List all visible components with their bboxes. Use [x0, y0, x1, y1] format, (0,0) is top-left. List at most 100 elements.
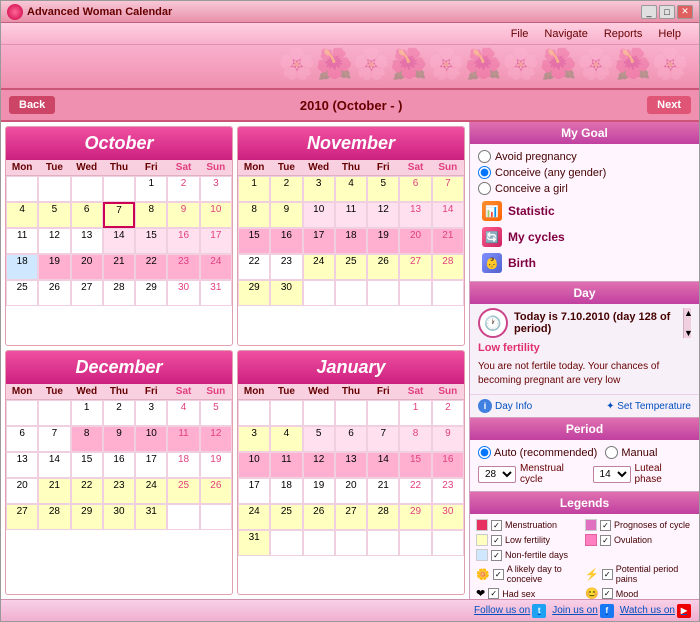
day-cell-28[interactable]: 28	[367, 504, 399, 530]
day-cell-5[interactable]: 5	[367, 176, 399, 202]
day-cell-30[interactable]: 30	[270, 280, 302, 306]
day-cell-19[interactable]: 19	[200, 452, 232, 478]
day-cell-11[interactable]: 11	[270, 452, 302, 478]
goal-conceive-any[interactable]: Conceive (any gender)	[478, 166, 691, 179]
day-cell-21[interactable]: 21	[432, 228, 464, 254]
day-cell-1[interactable]: 1	[399, 400, 431, 426]
day-cell-28[interactable]: 28	[103, 280, 135, 306]
follow-us-link[interactable]: Follow us on t	[474, 604, 546, 618]
day-cell-25[interactable]: 25	[335, 254, 367, 280]
day-cell-13[interactable]: 13	[335, 452, 367, 478]
day-cell-14[interactable]: 14	[367, 452, 399, 478]
day-cell-26[interactable]: 26	[38, 280, 70, 306]
day-cell-1[interactable]: 1	[71, 400, 103, 426]
day-cell-25[interactable]: 25	[167, 478, 199, 504]
day-cell-18[interactable]: 18	[335, 228, 367, 254]
day-cell-11[interactable]: 11	[167, 426, 199, 452]
prognoses-check[interactable]: ✓	[600, 520, 611, 531]
day-cell-19[interactable]: 19	[38, 254, 70, 280]
day-cell-6[interactable]: 6	[6, 426, 38, 452]
minimize-button[interactable]: _	[641, 5, 657, 19]
day-cell-30[interactable]: 30	[103, 504, 135, 530]
day-cell-16[interactable]: 16	[103, 452, 135, 478]
day-cell-10[interactable]: 10	[238, 452, 270, 478]
day-cell-29[interactable]: 29	[71, 504, 103, 530]
twitter-icon[interactable]: t	[532, 604, 546, 618]
low-fertility-check[interactable]: ✓	[491, 535, 502, 546]
day-cell-13[interactable]: 13	[399, 202, 431, 228]
day-cell-18[interactable]: 18	[167, 452, 199, 478]
day-cell-31[interactable]: 31	[238, 530, 270, 556]
day-cell-1[interactable]: 1	[135, 176, 167, 202]
day-cell-24[interactable]: 24	[238, 504, 270, 530]
day-cell-7[interactable]: 7	[103, 202, 135, 228]
day-cell-22[interactable]: 22	[238, 254, 270, 280]
day-cell-16[interactable]: 16	[270, 228, 302, 254]
birth-link[interactable]: 👶 Birth	[478, 251, 691, 275]
day-cell-8[interactable]: 8	[238, 202, 270, 228]
day-cell-9[interactable]: 9	[167, 202, 199, 228]
menstruation-check[interactable]: ✓	[491, 520, 502, 531]
day-cell-27[interactable]: 27	[71, 280, 103, 306]
day-cell-20[interactable]: 20	[335, 478, 367, 504]
day-cell-15[interactable]: 15	[135, 228, 167, 254]
day-cell-5[interactable]: 5	[303, 426, 335, 452]
ovulation-check[interactable]: ✓	[600, 535, 611, 546]
day-cell-31[interactable]: 31	[135, 504, 167, 530]
day-cell-4[interactable]: 4	[270, 426, 302, 452]
period-manual-label[interactable]: Manual	[605, 446, 657, 459]
back-button[interactable]: Back	[9, 96, 55, 114]
menu-help[interactable]: Help	[650, 26, 689, 42]
day-cell-29[interactable]: 29	[238, 280, 270, 306]
day-cell-3[interactable]: 3	[200, 176, 232, 202]
day-cell-8[interactable]: 8	[135, 202, 167, 228]
day-cell-22[interactable]: 22	[399, 478, 431, 504]
day-cell-2[interactable]: 2	[103, 400, 135, 426]
day-cell-2[interactable]: 2	[270, 176, 302, 202]
day-cell-24[interactable]: 24	[135, 478, 167, 504]
day-cell-13[interactable]: 13	[6, 452, 38, 478]
day-cell-22[interactable]: 22	[135, 254, 167, 280]
day-cell-6[interactable]: 6	[399, 176, 431, 202]
day-cell-8[interactable]: 8	[399, 426, 431, 452]
menstrual-cycle-select[interactable]: 28	[478, 466, 516, 483]
period-manual-radio[interactable]	[605, 446, 618, 459]
day-cell-5[interactable]: 5	[38, 202, 70, 228]
day-cell-6[interactable]: 6	[71, 202, 103, 228]
day-cell-23[interactable]: 23	[167, 254, 199, 280]
day-cell-15[interactable]: 15	[238, 228, 270, 254]
non-fertile-check[interactable]: ✓	[491, 550, 502, 561]
day-cell-21[interactable]: 21	[103, 254, 135, 280]
day-cell-7[interactable]: 7	[432, 176, 464, 202]
day-cell-18[interactable]: 18	[6, 254, 38, 280]
had-sex-check[interactable]: ✓	[488, 588, 499, 599]
day-cell-29[interactable]: 29	[399, 504, 431, 530]
day-cell-28[interactable]: 28	[432, 254, 464, 280]
maximize-button[interactable]: □	[659, 5, 675, 19]
day-cell-11[interactable]: 11	[6, 228, 38, 254]
goal-conceive-girl-radio[interactable]	[478, 182, 491, 195]
goal-avoid-radio[interactable]	[478, 150, 491, 163]
day-cell-21[interactable]: 21	[38, 478, 70, 504]
goal-conceive-girl[interactable]: Conceive a girl	[478, 182, 691, 195]
day-cell-17[interactable]: 17	[303, 228, 335, 254]
day-cell-9[interactable]: 9	[270, 202, 302, 228]
day-cell-16[interactable]: 16	[432, 452, 464, 478]
day-cell-27[interactable]: 27	[399, 254, 431, 280]
day-cell-20[interactable]: 20	[399, 228, 431, 254]
day-cell-15[interactable]: 15	[71, 452, 103, 478]
day-cell-9[interactable]: 9	[432, 426, 464, 452]
statistic-link[interactable]: 📊 Statistic	[478, 199, 691, 223]
day-cell-26[interactable]: 26	[200, 478, 232, 504]
day-cell-23[interactable]: 23	[270, 254, 302, 280]
menu-reports[interactable]: Reports	[596, 26, 651, 42]
day-cell-26[interactable]: 26	[303, 504, 335, 530]
day-info-button[interactable]: i Day Info	[478, 399, 532, 413]
goal-conceive-any-radio[interactable]	[478, 166, 491, 179]
day-cell-11[interactable]: 11	[335, 202, 367, 228]
day-cell-7[interactable]: 7	[38, 426, 70, 452]
day-cell-4[interactable]: 4	[335, 176, 367, 202]
my-cycles-link[interactable]: 🔄 My cycles	[478, 225, 691, 249]
day-cell-26[interactable]: 26	[367, 254, 399, 280]
day-cell-30[interactable]: 30	[167, 280, 199, 306]
